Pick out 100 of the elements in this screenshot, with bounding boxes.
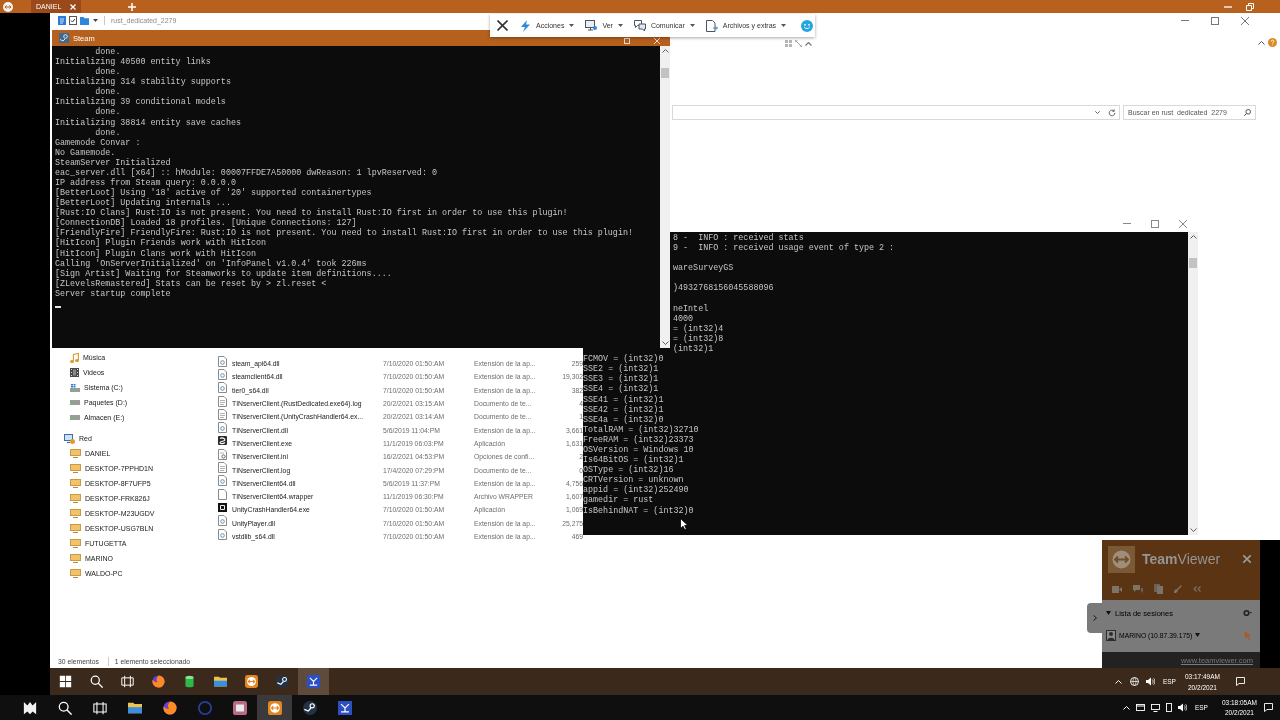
- window-icon[interactable]: [1135, 704, 1145, 711]
- search-icon[interactable]: [57, 700, 72, 715]
- checklist-icon[interactable]: [69, 16, 77, 25]
- monitor-icon[interactable]: [1150, 703, 1160, 712]
- text-cursor-icon: [55, 305, 61, 308]
- expand-icon[interactable]: [795, 40, 802, 47]
- scroll-up-icon[interactable]: [661, 49, 669, 53]
- task-view-icon[interactable]: [92, 700, 107, 715]
- browser-icon[interactable]: [152, 675, 165, 688]
- caret-icon[interactable]: [93, 19, 98, 22]
- scrollbar[interactable]: [660, 46, 670, 348]
- tablet-icon[interactable]: [1165, 703, 1172, 712]
- windows-logo-icon[interactable]: [59, 675, 72, 688]
- close-icon[interactable]: [497, 20, 508, 31]
- dll-file-icon: [218, 368, 227, 380]
- scroll-down-icon[interactable]: [1189, 528, 1197, 532]
- console-line: Initializing 39 conditional models: [55, 97, 226, 108]
- scrollbar-thumb[interactable]: [1189, 258, 1197, 268]
- drive-icon: [70, 400, 80, 405]
- console-line: SSE4a = (int32)0: [583, 414, 664, 425]
- settings-file-icon: [218, 448, 227, 460]
- console-line: 4000: [673, 313, 694, 324]
- console-line: CRTVersion = unknown: [583, 475, 684, 486]
- notification-icon[interactable]: [1236, 677, 1245, 686]
- taskbar-button[interactable]: [257, 695, 292, 720]
- console-line: 8 - INFO : received stats: [673, 233, 804, 243]
- scroll-up-icon[interactable]: [1189, 235, 1197, 239]
- chevron-up-icon[interactable]: [1258, 41, 1265, 45]
- scroll-down-icon[interactable]: [661, 341, 669, 345]
- app-logo-icon[interactable]: [3, 1, 13, 12]
- panel-toggle-tab[interactable]: [1087, 603, 1102, 633]
- console-line: )4932768156045588096: [673, 283, 774, 294]
- computer-icon: [70, 554, 81, 563]
- console-line: = (int32)4: [673, 323, 724, 334]
- dll-file-icon: [218, 382, 227, 394]
- console-line: FCMOV = (int32)0: [583, 354, 664, 365]
- caret-icon: [689, 24, 695, 27]
- console-line: SSE42 = (int32)1: [583, 404, 664, 415]
- help-icon[interactable]: [1268, 38, 1277, 47]
- address-field[interactable]: [672, 105, 1120, 120]
- console-line: done.: [95, 67, 121, 78]
- text-file-icon: [218, 395, 227, 407]
- console-line: Initializing 314 stability supports: [55, 77, 231, 88]
- network-nodes-icon[interactable]: [337, 700, 352, 715]
- speaker-icon[interactable]: [1145, 677, 1155, 686]
- computer-icon: [70, 464, 81, 473]
- dll-file-icon: [218, 528, 227, 540]
- console-line: IP address from Steam query: 0.0.0.0: [55, 178, 236, 188]
- console-line: [Sign Artist] Waiting for Steamworks to update item definitions....: [55, 268, 392, 279]
- console-line: IsBehindNAT = (int32)0: [583, 505, 694, 516]
- music-note-icon: [70, 352, 79, 363]
- caret-icon: [1195, 633, 1201, 637]
- caret-icon: [617, 24, 623, 27]
- smiley-icon[interactable]: [801, 19, 813, 32]
- cylinder-icon[interactable]: [183, 675, 196, 688]
- console-line: OSVersion = Windows 10: [583, 444, 694, 455]
- lightning-icon: [520, 19, 531, 32]
- drive-icon: [70, 415, 80, 420]
- chevron-right-icon: [1092, 615, 1097, 621]
- browser-icon[interactable]: [162, 700, 177, 715]
- console-line: OSType = (int32)16: [583, 465, 674, 476]
- speaker-icon[interactable]: [1177, 703, 1187, 712]
- scrollbar-thumb[interactable]: [661, 68, 669, 78]
- notification-icon[interactable]: [1264, 703, 1273, 712]
- chevron-down-icon[interactable]: [1095, 111, 1100, 114]
- picture-icon[interactable]: [232, 700, 247, 715]
- console-line: = (int32)8: [673, 333, 724, 344]
- scrollbar[interactable]: [1188, 232, 1198, 535]
- text-file-icon: [218, 408, 227, 420]
- search-icon[interactable]: [90, 675, 103, 688]
- console-line: wareSurveyGS: [673, 263, 734, 274]
- network-nodes-icon[interactable]: [307, 675, 320, 688]
- m-logo-icon[interactable]: [22, 700, 37, 715]
- console-line: (int32)1: [673, 344, 714, 355]
- piston-logo-icon[interactable]: [302, 700, 317, 715]
- refresh-icon[interactable]: [1108, 108, 1116, 117]
- console-line: [ConnectionDB] Loaded 18 profiles. [Unique Connections: 127]: [55, 218, 357, 229]
- console-line: [FriendlyFire] FriendlyFire: Rust:IO is not present. You need to install Rust:IO first in order to use this plugin!: [55, 228, 633, 239]
- console-line: [ZLevelsRemastered] Stats can be reset by > zl.reset <: [55, 278, 327, 289]
- piston-logo-icon[interactable]: [276, 675, 289, 688]
- search-icon[interactable]: [1244, 109, 1251, 116]
- globe-icon[interactable]: [1129, 677, 1139, 686]
- system-drive-icon: [70, 383, 80, 392]
- console-line: [HitIcon] Plugin Clans work with HitIcon: [55, 248, 257, 259]
- double-arrow-icon[interactable]: [267, 700, 282, 715]
- maximize-icon[interactable]: [1151, 219, 1159, 228]
- plus-icon[interactable]: [128, 2, 137, 11]
- console-line: Calling 'OnServerInitialized' on 'InfoPanel v1.0.4' took 226ms: [55, 258, 367, 269]
- blank-file-icon: [218, 488, 227, 500]
- task-view-icon[interactable]: [121, 675, 134, 688]
- folder-icon[interactable]: [127, 700, 142, 715]
- double-arrow-icon[interactable]: [245, 675, 258, 688]
- computer-icon: [70, 524, 81, 533]
- gear-icon[interactable]: [1243, 609, 1252, 617]
- folder-icon[interactable]: [214, 675, 227, 688]
- maximize-icon[interactable]: [1211, 16, 1219, 25]
- text-file-icon: [218, 462, 227, 473]
- restore-icon[interactable]: [1246, 2, 1254, 11]
- console-line: No Gamemode.: [55, 147, 116, 158]
- computer-icon: [70, 509, 81, 518]
